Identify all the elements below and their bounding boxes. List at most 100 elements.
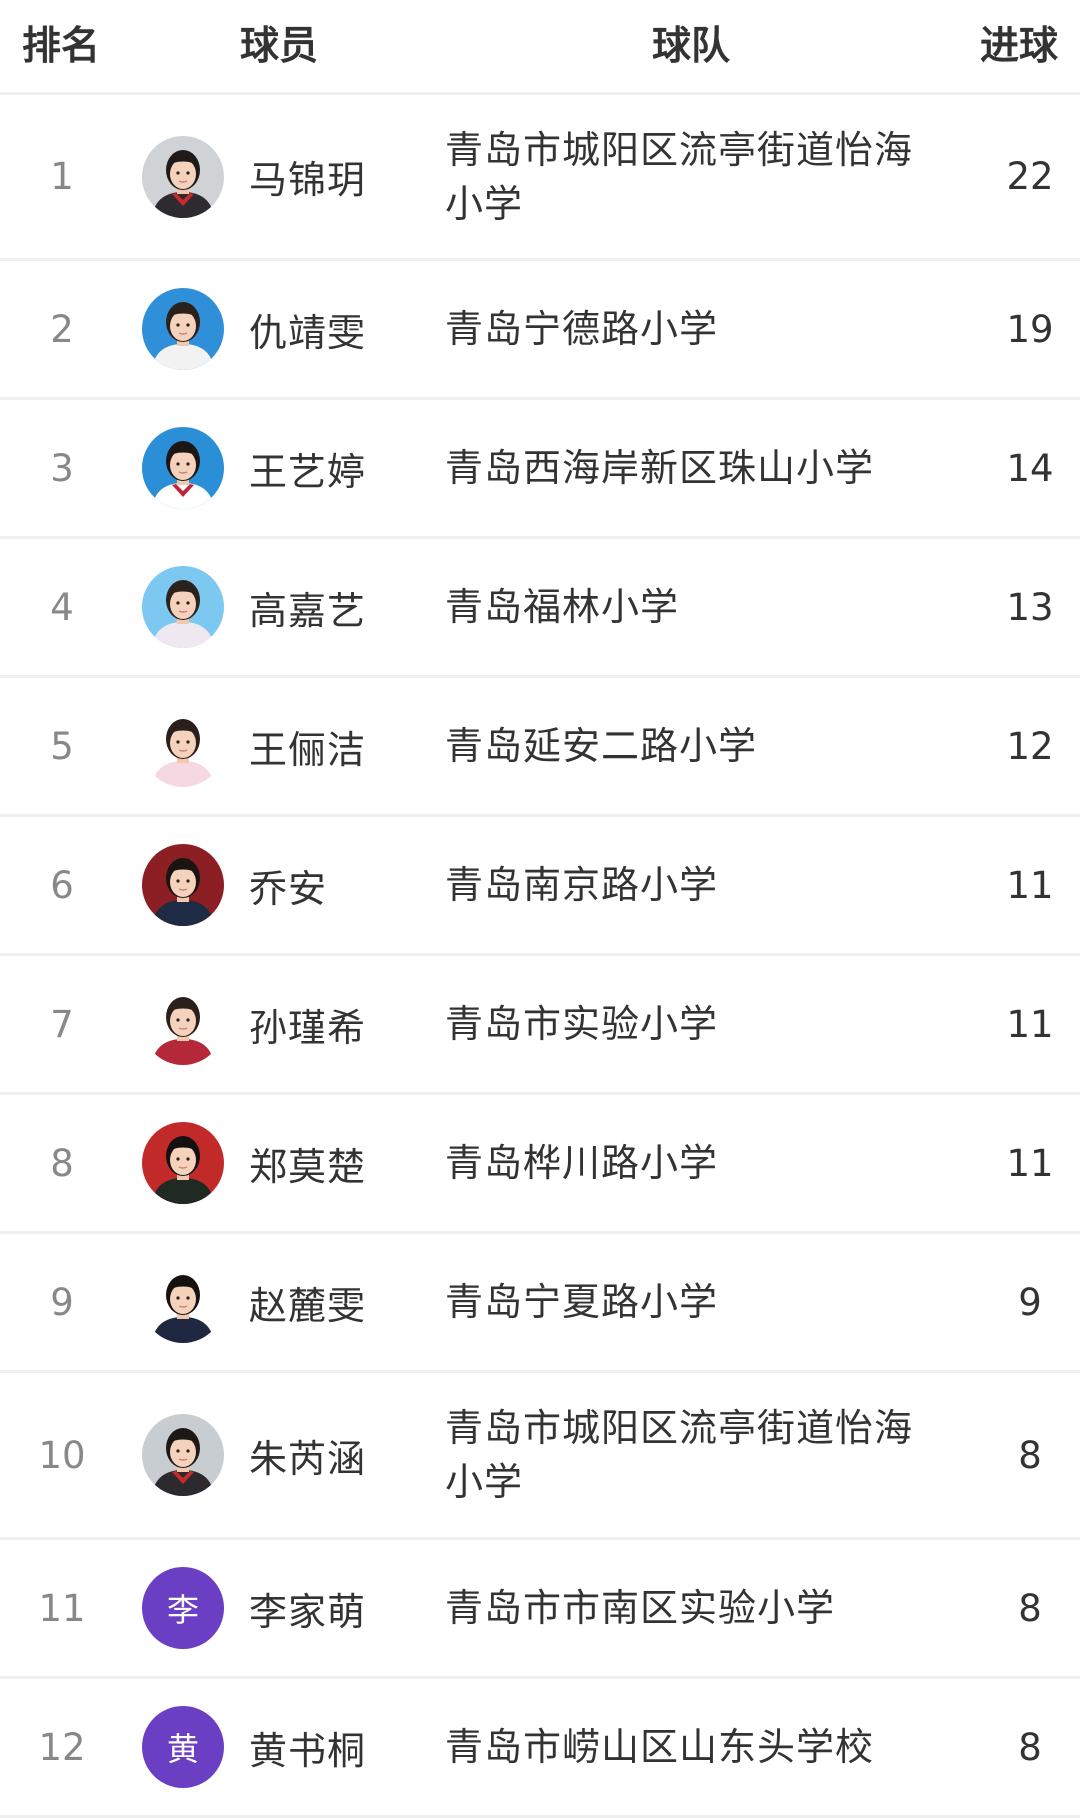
portrait-eye-right	[186, 1018, 190, 1022]
player-name[interactable]: 孙瑾希	[249, 997, 366, 1052]
avatar-photo[interactable]	[142, 566, 224, 648]
player-name[interactable]: 李家萌	[249, 1581, 366, 1636]
table-row[interactable]: 4 高嘉艺 青岛福林小学 13	[0, 539, 1080, 678]
portrait-face	[170, 1145, 196, 1175]
goals-cell: 12	[1006, 724, 1054, 768]
portrait-face	[170, 867, 196, 897]
portrait-icon	[142, 288, 224, 370]
rank-cell: 6	[50, 863, 74, 907]
portrait-icon	[142, 844, 224, 926]
player-name[interactable]: 朱芮涵	[249, 1428, 366, 1483]
avatar-photo[interactable]	[142, 427, 224, 509]
portrait-eye-left	[176, 740, 180, 744]
table-row[interactable]: 6 乔安 青岛南京路小学 11	[0, 817, 1080, 956]
goals-cell: 11	[1006, 1141, 1054, 1185]
rank-cell: 9	[50, 1280, 74, 1324]
portrait-face	[170, 1437, 196, 1467]
avatar-photo[interactable]	[142, 705, 224, 787]
ranking-table: 排名 球员 球队 进球 1 马锦玥 青岛市城阳区流亭街道怡海小学 22 2 仇靖雯 青岛宁德…	[0, 0, 1080, 1818]
table-row[interactable]: 2 仇靖雯 青岛宁德路小学 19	[0, 261, 1080, 400]
goals-cell: 8	[1018, 1433, 1042, 1477]
player-name[interactable]: 黄书桐	[249, 1720, 366, 1775]
avatar-photo[interactable]	[142, 1122, 224, 1204]
header-rank: 排名	[22, 23, 101, 69]
player-name[interactable]: 郑莫楚	[249, 1136, 366, 1191]
player-cell: 郑莫楚	[124, 1122, 440, 1204]
player-name[interactable]: 赵麓雯	[249, 1275, 366, 1330]
rank-cell: 10	[38, 1433, 86, 1477]
table-row[interactable]: 1 马锦玥 青岛市城阳区流亭街道怡海小学 22	[0, 95, 1080, 261]
table-row[interactable]: 9 赵麓雯 青岛宁夏路小学 9	[0, 1234, 1080, 1373]
team-name[interactable]: 青岛市市南区实验小学	[440, 1581, 980, 1635]
avatar-photo[interactable]	[142, 1261, 224, 1343]
goals-cell: 14	[1006, 446, 1054, 490]
portrait-eye-left	[176, 323, 180, 327]
portrait-eye-left	[176, 1157, 180, 1161]
player-cell: 黄黄书桐	[124, 1706, 440, 1788]
avatar-photo[interactable]	[142, 983, 224, 1065]
table-row[interactable]: 8 郑莫楚 青岛桦川路小学 11	[0, 1095, 1080, 1234]
player-name[interactable]: 乔安	[249, 858, 327, 913]
goals-cell: 8	[1018, 1725, 1042, 1769]
player-name[interactable]: 王艺婷	[249, 441, 366, 496]
portrait-face	[170, 158, 196, 189]
avatar-letter[interactable]: 黄	[142, 1706, 224, 1788]
team-name[interactable]: 青岛市实验小学	[440, 997, 980, 1051]
portrait-icon	[142, 1261, 224, 1343]
portrait-face	[170, 1006, 196, 1036]
table-row[interactable]: 3 王艺婷 青岛西海岸新区珠山小学 14	[0, 400, 1080, 539]
goals-cell: 11	[1006, 1002, 1054, 1046]
goals-cell: 8	[1018, 1586, 1042, 1630]
table-row[interactable]: 5 王俪洁 青岛延安二路小学 12	[0, 678, 1080, 817]
portrait-eye-left	[176, 879, 180, 883]
portrait-eye-right	[186, 1449, 190, 1453]
portrait-eye-left	[176, 462, 180, 466]
player-cell: 王艺婷	[124, 427, 440, 509]
player-cell: 仇靖雯	[124, 288, 440, 370]
table-row[interactable]: 10 朱芮涵 青岛市城阳区流亭街道怡海小学 8	[0, 1373, 1080, 1540]
portrait-face	[170, 450, 196, 480]
avatar-photo[interactable]	[142, 288, 224, 370]
portrait-eye-right	[186, 1157, 190, 1161]
header-player: 球员	[240, 23, 319, 69]
player-cell: 马锦玥	[124, 135, 440, 218]
portrait-icon	[142, 566, 224, 648]
avatar-photo[interactable]	[142, 1414, 224, 1496]
portrait-eye-right	[186, 601, 190, 605]
goals-cell: 11	[1006, 863, 1054, 907]
team-name[interactable]: 青岛西海岸新区珠山小学	[440, 441, 980, 495]
avatar-letter[interactable]: 李	[142, 1567, 224, 1649]
rank-cell: 8	[50, 1141, 74, 1185]
portrait-icon	[142, 427, 224, 509]
portrait-eye-right	[186, 462, 190, 466]
rank-cell: 11	[38, 1586, 86, 1630]
rank-cell: 4	[50, 585, 74, 629]
avatar-photo[interactable]	[142, 135, 224, 218]
team-name[interactable]: 青岛宁夏路小学	[440, 1275, 980, 1329]
player-cell: 王俪洁	[124, 705, 440, 787]
team-name[interactable]: 青岛延安二路小学	[440, 719, 980, 773]
player-name[interactable]: 仇靖雯	[249, 302, 366, 357]
portrait-icon	[142, 135, 224, 218]
team-name[interactable]: 青岛桦川路小学	[440, 1136, 980, 1190]
player-name[interactable]: 马锦玥	[249, 149, 366, 204]
avatar-photo[interactable]	[142, 844, 224, 926]
player-name[interactable]: 王俪洁	[249, 719, 366, 774]
portrait-eye-left	[176, 1449, 180, 1453]
portrait-eye-right	[186, 740, 190, 744]
table-header: 排名 球员 球队 进球	[0, 0, 1080, 95]
table-row[interactable]: 11 李李家萌 青岛市市南区实验小学 8	[0, 1540, 1080, 1679]
team-name[interactable]: 青岛市城阳区流亭街道怡海小学	[440, 123, 980, 231]
table-body: 1 马锦玥 青岛市城阳区流亭街道怡海小学 22 2 仇靖雯 青岛宁德路小学 19 3 王艺婷 青岛西…	[0, 95, 1080, 1818]
team-name[interactable]: 青岛市城阳区流亭街道怡海小学	[440, 1401, 980, 1509]
portrait-face	[170, 589, 196, 619]
table-row[interactable]: 7 孙瑾希 青岛市实验小学 11	[0, 956, 1080, 1095]
team-name[interactable]: 青岛南京路小学	[440, 858, 980, 912]
player-name[interactable]: 高嘉艺	[249, 580, 366, 635]
team-name[interactable]: 青岛福林小学	[440, 580, 980, 634]
team-name[interactable]: 青岛市崂山区山东头学校	[440, 1720, 980, 1774]
team-name[interactable]: 青岛宁德路小学	[440, 302, 980, 356]
portrait-icon	[142, 1122, 224, 1204]
table-row[interactable]: 12 黄黄书桐 青岛市崂山区山东头学校 8	[0, 1679, 1080, 1818]
portrait-eye-left	[176, 1018, 180, 1022]
